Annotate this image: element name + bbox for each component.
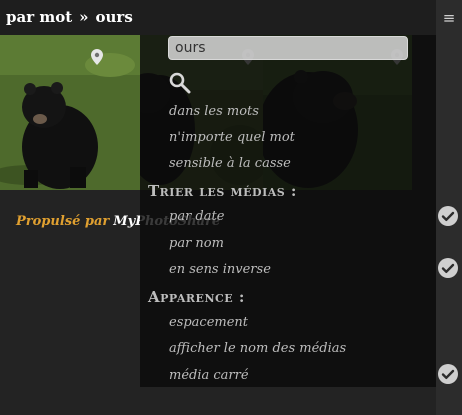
search-input[interactable]: ours	[168, 36, 408, 60]
appearance-option-show-names[interactable]: afficher le nom des médias	[169, 341, 346, 356]
location-pin-icon[interactable]	[91, 49, 103, 65]
breadcrumb: par mot » ours	[6, 8, 133, 26]
top-bar: par mot » ours	[0, 0, 436, 35]
appearance-section-title: Apparence :	[148, 288, 245, 306]
sort-section-title: Trier les médias :	[148, 182, 297, 200]
checkmark-icon[interactable]	[437, 363, 459, 385]
hamburger-icon[interactable]: ≡	[436, 9, 462, 27]
sort-option-by-name[interactable]: par nom	[169, 236, 224, 251]
breadcrumb-mode[interactable]: par mot	[6, 8, 72, 26]
search-option-case-sensitive[interactable]: sensible à la casse	[169, 156, 291, 171]
search-option-inside-words[interactable]: dans les mots	[169, 104, 259, 119]
powered-by-label: Propulsé par	[16, 214, 110, 229]
checkmark-icon[interactable]	[437, 257, 459, 279]
sort-option-reverse[interactable]: en sens inverse	[169, 262, 271, 277]
checkmark-icon[interactable]	[437, 205, 459, 227]
breadcrumb-query: ours	[95, 8, 133, 26]
search-option-any-word[interactable]: n'importe quel mot	[169, 130, 295, 145]
breadcrumb-separator: »	[79, 8, 89, 26]
sort-option-by-date[interactable]: par date	[169, 209, 224, 224]
appearance-option-spacing[interactable]: espacement	[169, 315, 248, 330]
search-icon[interactable]	[169, 72, 191, 94]
appearance-option-square-media[interactable]: média carré	[169, 368, 249, 383]
media-thumbnail[interactable]	[0, 35, 140, 190]
